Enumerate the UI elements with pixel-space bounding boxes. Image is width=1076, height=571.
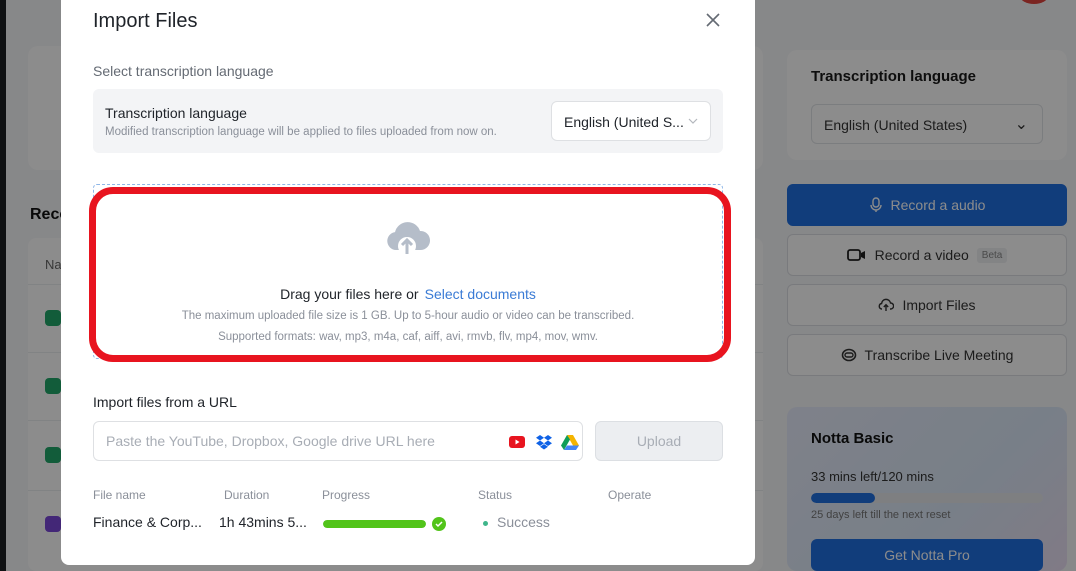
language-select-value: English (United S... xyxy=(564,114,684,130)
language-box: Transcription language Modified transcri… xyxy=(93,89,723,153)
success-check-icon xyxy=(432,517,446,531)
file-size-hint: The maximum uploaded file size is 1 GB. … xyxy=(181,310,635,322)
supported-formats-hint: Supported formats: wav, mp3, m4a, caf, a… xyxy=(218,331,598,343)
youtube-icon xyxy=(509,436,525,448)
col-operate: Operate xyxy=(608,488,652,502)
google-drive-icon xyxy=(561,435,579,450)
upload-progress-bar xyxy=(323,520,426,528)
col-status: Status xyxy=(478,488,513,502)
drag-text: Drag your files here or xyxy=(280,286,419,302)
language-section-label: Select transcription language xyxy=(93,63,274,79)
dropbox-icon xyxy=(536,435,552,450)
chevron-down-icon xyxy=(688,118,698,124)
close-icon xyxy=(706,13,720,27)
drag-instructions: Drag your files here or Select documents xyxy=(61,286,755,302)
transcription-language-select[interactable]: English (United S... xyxy=(551,101,711,141)
select-documents-link[interactable]: Select documents xyxy=(425,286,536,302)
file-name-cell: Finance & Corp... xyxy=(93,514,202,530)
col-file-name: File name xyxy=(93,488,146,502)
upload-progress-fill xyxy=(323,520,426,528)
col-duration: Duration xyxy=(224,488,270,502)
cloud-upload-icon xyxy=(387,222,431,255)
url-section-label: Import files from a URL xyxy=(93,394,237,410)
url-input[interactable] xyxy=(94,422,494,460)
duration-cell: 1h 43mins 5... xyxy=(219,514,307,530)
status-text: Success xyxy=(497,514,550,530)
col-progress: Progress xyxy=(322,488,371,502)
upload-button[interactable]: Upload xyxy=(595,421,723,461)
close-button[interactable] xyxy=(703,10,723,30)
url-input-field[interactable] xyxy=(93,421,583,461)
modal-title: Import Files xyxy=(93,10,198,32)
status-dot xyxy=(483,521,488,526)
import-files-modal: Import Files Select transcription langua… xyxy=(61,0,755,565)
language-box-title: Transcription language xyxy=(105,105,247,121)
language-box-subtitle: Modified transcription language will be … xyxy=(105,126,497,138)
